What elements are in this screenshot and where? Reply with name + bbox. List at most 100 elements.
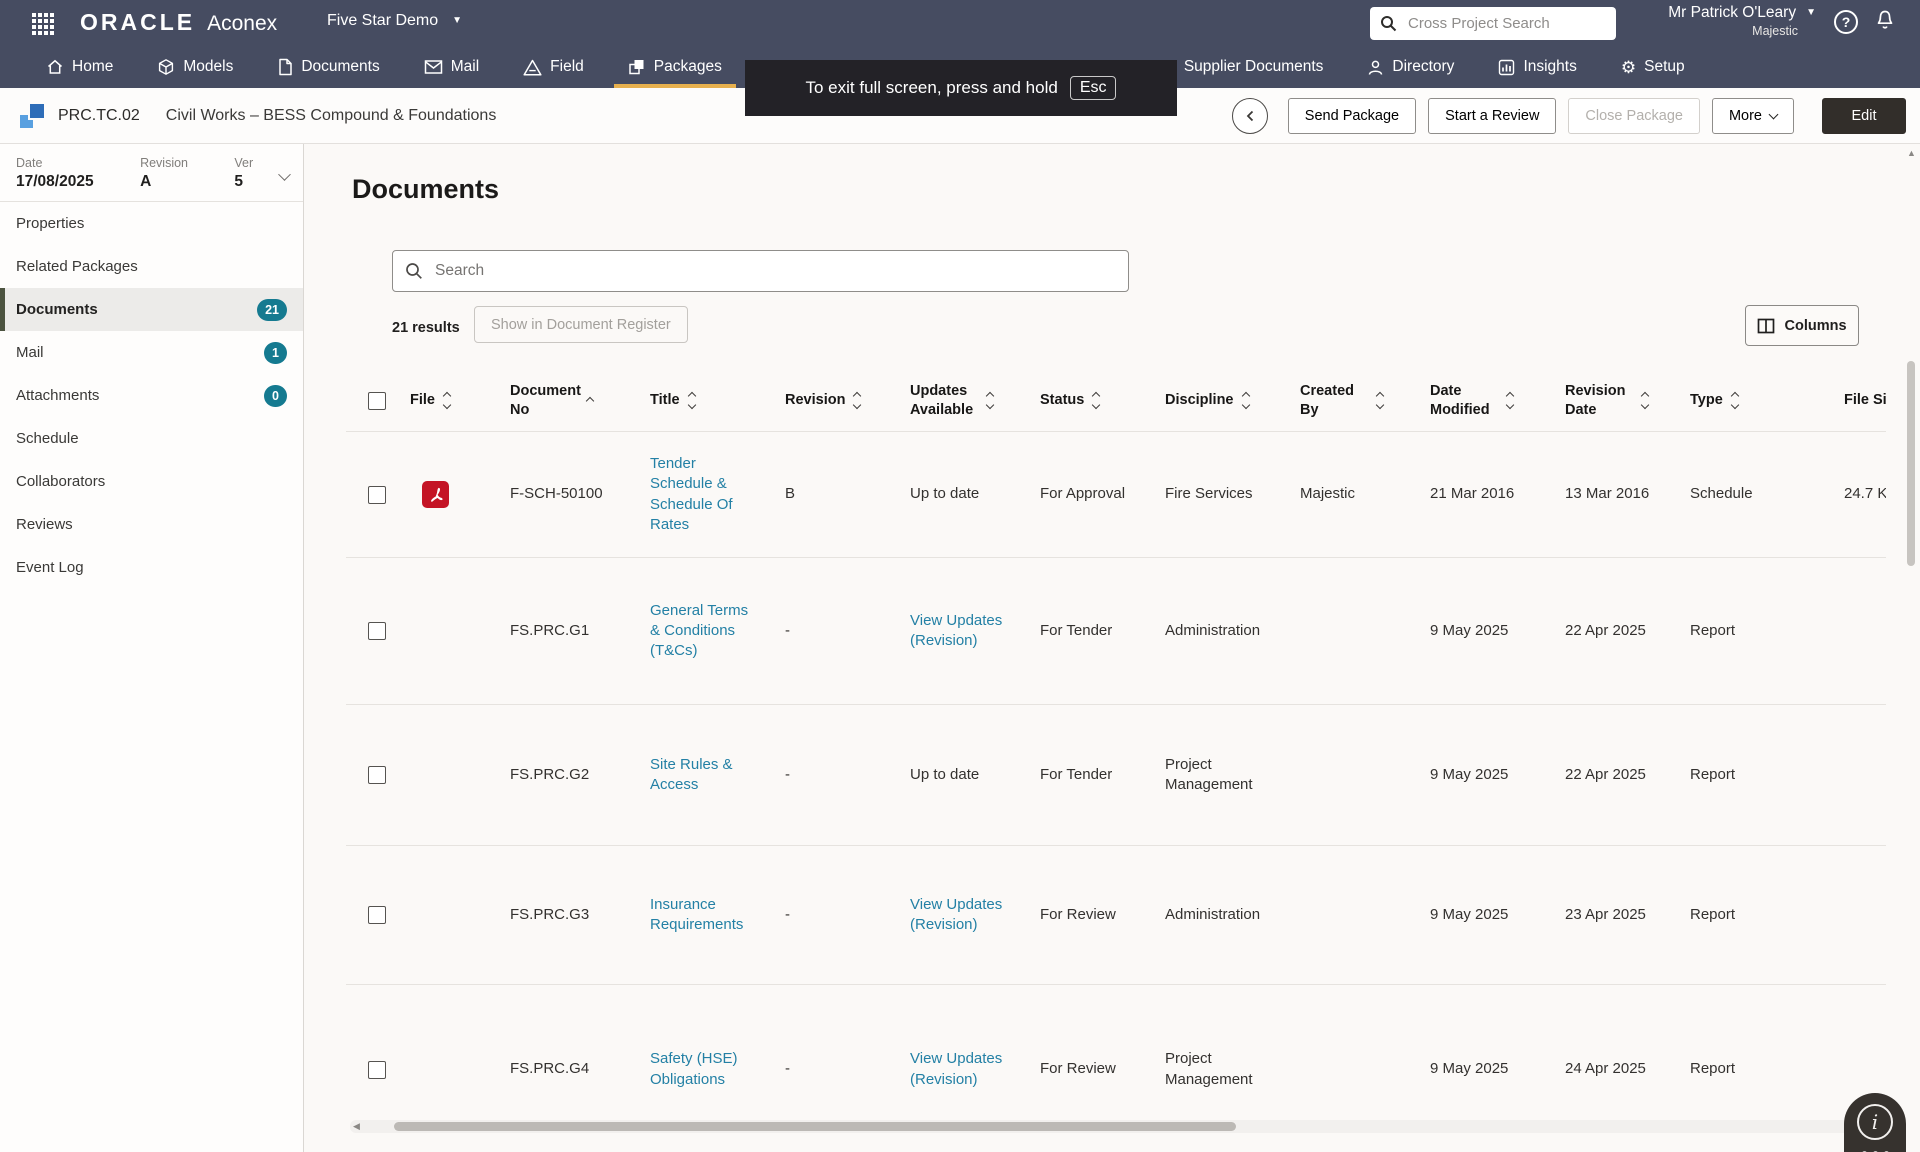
scroll-left-arrow-icon[interactable]: ◀ [353, 1121, 360, 1132]
project-selector[interactable]: Five Star Demo ▼ [327, 12, 462, 30]
send-package-button[interactable]: Send Package [1288, 98, 1416, 134]
sidebar-item-schedule[interactable]: Schedule [0, 417, 303, 460]
nav-directory[interactable]: Directory [1365, 46, 1456, 88]
column-header-created-by[interactable]: Created By [1300, 382, 1430, 418]
view-updates-link[interactable]: View Updates (Revision) [910, 1049, 1014, 1090]
cross-project-search-input[interactable] [1406, 14, 1609, 33]
select-all-checkbox[interactable] [368, 392, 386, 410]
cell-revision-date: 23 Apr 2025 [1565, 905, 1690, 925]
sidebar-item-reviews[interactable]: Reviews [0, 503, 303, 546]
tooltip-text: To exit full screen, press and hold [806, 78, 1058, 98]
nav-packages[interactable]: Packages [626, 46, 724, 88]
mail-count-badge: 1 [264, 342, 287, 364]
view-updates-link[interactable]: View Updates (Revision) [910, 611, 1014, 652]
edit-button[interactable]: Edit [1822, 98, 1906, 134]
back-button[interactable] [1232, 98, 1268, 134]
sidebar-item-collaborators[interactable]: Collaborators [0, 460, 303, 503]
info-icon[interactable]: i [1857, 1104, 1893, 1140]
row-checkbox[interactable] [368, 486, 386, 504]
document-icon [277, 58, 293, 76]
cell-revision-date: 22 Apr 2025 [1565, 765, 1690, 785]
column-header-title[interactable]: Title [650, 391, 785, 409]
row-checkbox[interactable] [368, 622, 386, 640]
column-header-revision[interactable]: Revision [785, 391, 910, 409]
column-header-status[interactable]: Status [1040, 391, 1165, 409]
search-icon [405, 262, 423, 280]
date-value: 17/08/2025 [16, 173, 140, 191]
column-header-discipline[interactable]: Discipline [1165, 391, 1300, 409]
row-checkbox[interactable] [368, 766, 386, 784]
cell-date-modified: 9 May 2025 [1430, 765, 1565, 785]
nav-supplier-documents[interactable]: Supplier Documents [1156, 46, 1326, 88]
sidebar-item-properties[interactable]: Properties [0, 202, 303, 245]
cell-date-modified: 9 May 2025 [1430, 1059, 1565, 1079]
column-header-type[interactable]: Type [1690, 391, 1820, 409]
document-title-link[interactable]: General Terms & Conditions (T&Cs) [650, 601, 750, 662]
sidebar-item-event-log[interactable]: Event Log [0, 546, 303, 589]
table-row: FS.PRC.G1 General Terms & Conditions (T&… [346, 558, 1886, 705]
more-button[interactable]: More [1712, 98, 1794, 134]
nav-documents[interactable]: Documents [275, 46, 381, 88]
document-title-link[interactable]: Insurance Requirements [650, 895, 750, 936]
help-widget[interactable]: i [1844, 1093, 1906, 1152]
nav-mail[interactable]: Mail [422, 46, 481, 88]
notifications-bell-icon[interactable] [1874, 9, 1896, 33]
horizontal-scroll-thumb[interactable] [394, 1122, 1236, 1131]
column-header-updates-available[interactable]: Updates Available [910, 382, 1040, 418]
cell-file-size: 24.7 KB [1820, 484, 1886, 504]
ver-label: Ver [234, 156, 274, 170]
cell-revision: - [785, 1059, 910, 1079]
sidebar-item-mail[interactable]: Mail 1 [0, 331, 303, 374]
user-menu[interactable]: Mr Patrick O'Leary ▼ Majestic [1636, 4, 1816, 38]
help-icon[interactable]: ? [1834, 10, 1858, 34]
cell-updates: Up to date [910, 484, 1040, 504]
sort-icon [444, 393, 450, 408]
nav-insights[interactable]: Insights [1496, 46, 1578, 88]
revision-label: Revision [140, 156, 234, 170]
project-name: Five Star Demo [327, 12, 438, 30]
column-header-file[interactable]: File [410, 391, 510, 409]
cell-revision-date: 24 Apr 2025 [1565, 1059, 1690, 1079]
horizontal-scrollbar[interactable]: ◀ [350, 1120, 1880, 1133]
cross-project-search[interactable] [1370, 7, 1616, 40]
cell-revision-date: 22 Apr 2025 [1565, 621, 1690, 641]
document-title-link[interactable]: Safety (HSE) Obligations [650, 1049, 750, 1090]
documents-search-input[interactable] [433, 261, 1116, 281]
nav-home[interactable]: Home [44, 46, 115, 88]
cell-type: Schedule [1690, 484, 1820, 504]
columns-button[interactable]: Columns [1745, 305, 1859, 346]
sort-icon [1507, 393, 1513, 408]
document-title-link[interactable]: Tender Schedule & Schedule Of Rates [650, 454, 750, 535]
cell-discipline: Fire Services [1165, 484, 1253, 504]
cell-revision: - [785, 905, 910, 925]
vertical-scroll-thumb[interactable] [1907, 361, 1915, 566]
row-checkbox[interactable] [368, 906, 386, 924]
column-header-document-no[interactable]: Document No [510, 382, 650, 418]
nav-field[interactable]: Field [521, 46, 586, 88]
vertical-scrollbar[interactable]: ▲ [1905, 146, 1918, 1152]
start-review-button[interactable]: Start a Review [1428, 98, 1556, 134]
column-header-file-size[interactable]: File Size [1820, 391, 1886, 409]
cell-updates: Up to date [910, 765, 1040, 785]
oracle-aconex-logo: ORACLE Aconex [80, 9, 277, 36]
nav-setup[interactable]: ⚙ Setup [1619, 46, 1687, 88]
scroll-up-arrow-icon[interactable]: ▲ [1905, 148, 1918, 158]
cell-type: Report [1690, 621, 1820, 641]
expand-meta-chevron-icon[interactable] [278, 168, 291, 181]
view-updates-link[interactable]: View Updates (Revision) [910, 895, 1014, 936]
column-header-revision-date[interactable]: Revision Date [1565, 382, 1690, 418]
document-title-link[interactable]: Site Rules & Access [650, 755, 750, 796]
sort-icon [1732, 393, 1738, 408]
sidebar-item-attachments[interactable]: Attachments 0 [0, 374, 303, 417]
row-checkbox[interactable] [368, 1061, 386, 1079]
pdf-file-icon[interactable] [422, 481, 449, 508]
cell-date-modified: 9 May 2025 [1430, 905, 1565, 925]
column-header-date-modified[interactable]: Date Modified [1430, 382, 1565, 418]
documents-search[interactable] [392, 250, 1129, 292]
field-a-triangle-icon [523, 59, 542, 76]
sidebar-item-related-packages[interactable]: Related Packages [0, 245, 303, 288]
sidebar-item-documents[interactable]: Documents 21 [0, 288, 303, 331]
app-grid-icon[interactable] [32, 13, 54, 35]
gear-icon: ⚙ [1621, 59, 1636, 76]
nav-models[interactable]: Models [155, 46, 235, 88]
